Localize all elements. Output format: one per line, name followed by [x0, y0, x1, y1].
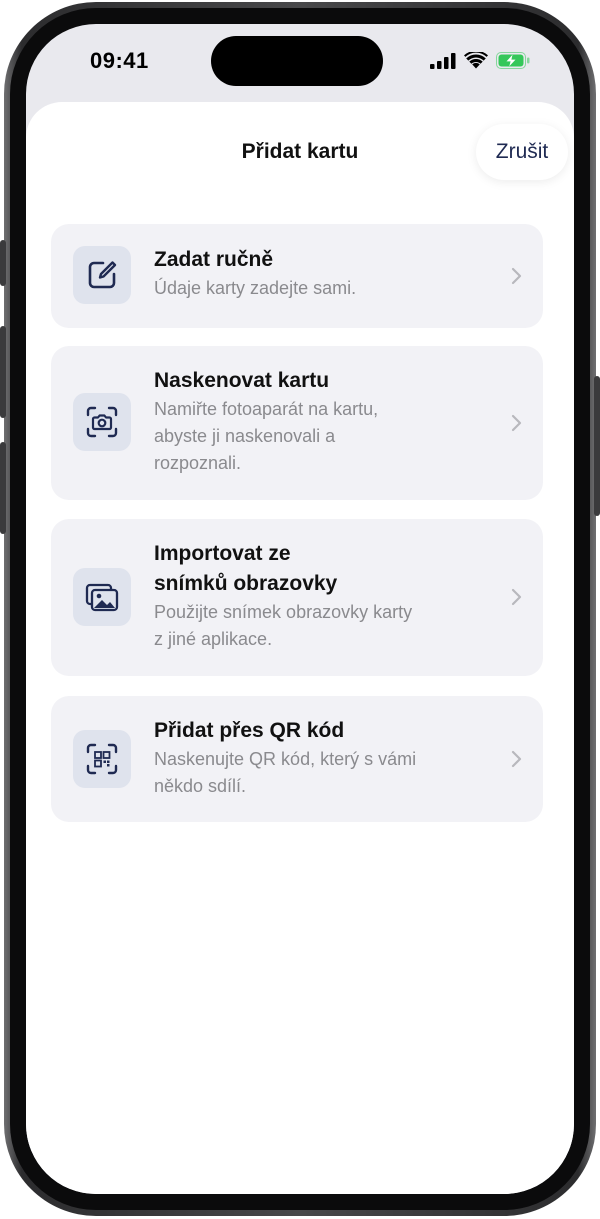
option-import-screenshots[interactable]: Importovat ze snímků obrazovky Použijte …: [51, 519, 543, 676]
phone-bezel: 09:41 Přidat kartu Zrušit Zadat ručně Úd…: [10, 8, 590, 1210]
status-time: 09:41: [90, 48, 149, 73]
option-manual-entry[interactable]: Zadat ručně Údaje karty zadejte sami.: [51, 224, 543, 328]
cellular-signal-icon: [430, 52, 456, 69]
qr-scan-icon: [73, 730, 131, 788]
wifi-icon: [464, 52, 488, 69]
add-card-sheet: Přidat kartu Zrušit Zadat ručně Údaje ka…: [26, 102, 574, 1194]
option-text: Zadat ručně Údaje karty zadejte sami.: [154, 245, 474, 302]
option-text: Importovat ze snímků obrazovky Použijte …: [154, 539, 474, 653]
option-description: Údaje karty zadejte sami.: [154, 278, 357, 298]
cancel-button[interactable]: Zrušit: [476, 124, 568, 180]
option-title: Zadat ručně: [154, 248, 274, 271]
option-description: Naskenujte QR kód, který s vámi někdo sd…: [154, 749, 417, 796]
volume-down-button: [0, 442, 6, 534]
chevron-right-icon: [511, 588, 522, 606]
option-description: Namiřte fotoaparát na kartu, abyste ji n…: [154, 399, 379, 473]
option-title: Importovat ze snímků obrazovky: [154, 542, 338, 595]
status-icons: [430, 52, 530, 69]
option-title: Naskenovat kartu: [154, 369, 330, 392]
screen: 09:41 Přidat kartu Zrušit Zadat ručně Úd…: [26, 24, 574, 1194]
option-text: Přidat přes QR kód Naskenujte QR kód, kt…: [154, 716, 474, 800]
chevron-right-icon: [511, 267, 522, 285]
side-button: [594, 376, 600, 516]
edit-icon: [73, 246, 131, 304]
option-title: Přidat přes QR kód: [154, 719, 345, 742]
photos-icon: [73, 568, 131, 626]
battery-charging-icon: [496, 52, 530, 69]
dynamic-island: [211, 36, 383, 86]
option-scan-card[interactable]: Naskenovat kartu Namiřte fotoaparát na k…: [51, 346, 543, 500]
option-description: Použijte snímek obrazovky karty z jiné a…: [154, 602, 413, 649]
action-button: [0, 240, 6, 286]
camera-scan-icon: [73, 393, 131, 451]
chevron-right-icon: [511, 750, 522, 768]
option-text: Naskenovat kartu Namiřte fotoaparát na k…: [154, 366, 474, 477]
phone-frame: 09:41 Přidat kartu Zrušit Zadat ručně Úd…: [4, 2, 596, 1216]
volume-up-button: [0, 326, 6, 418]
option-qr-code[interactable]: Přidat přes QR kód Naskenujte QR kód, kt…: [51, 696, 543, 822]
chevron-right-icon: [511, 414, 522, 432]
